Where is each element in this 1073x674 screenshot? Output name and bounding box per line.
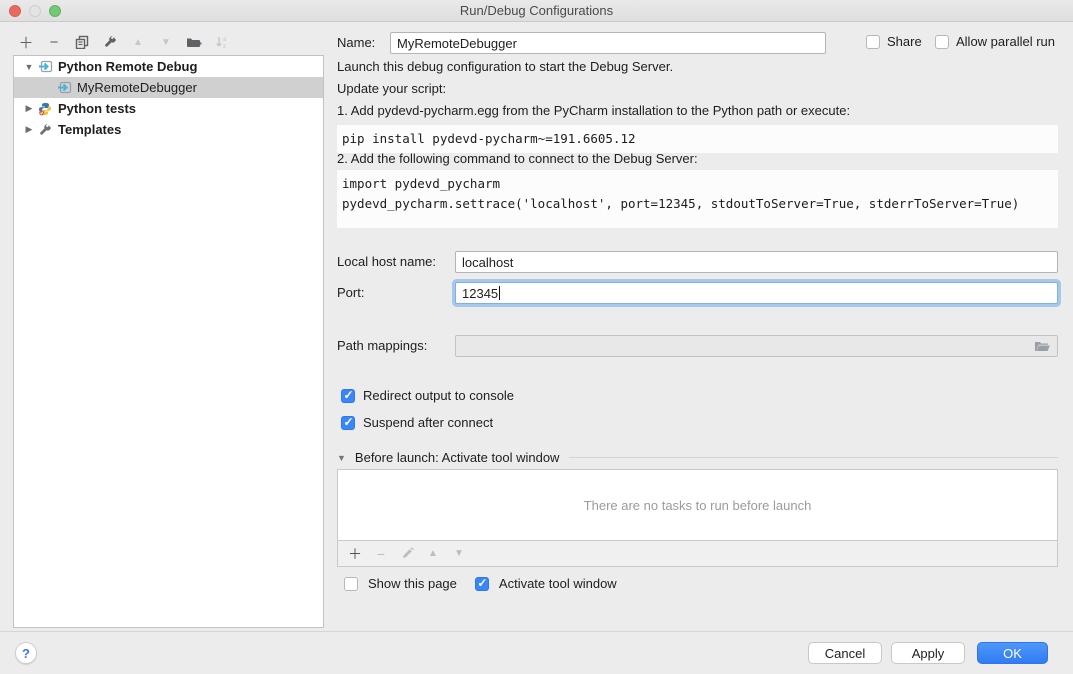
redirect-output-label: Redirect output to console (363, 388, 514, 403)
help-question-icon: ? (22, 646, 30, 661)
activate-tool-window-label: Activate tool window (499, 576, 617, 591)
move-down-button: ▼ (158, 34, 174, 50)
templates-wrench-icon (38, 123, 54, 137)
port-value: 12345 (462, 286, 498, 301)
allow-parallel-checkbox-group[interactable]: Allow parallel run (935, 34, 1055, 49)
wrench-icon (103, 35, 117, 49)
show-this-page-label: Show this page (368, 576, 457, 591)
browse-folder-icon[interactable] (1034, 340, 1051, 353)
configurations-tree: ▼ Python Remote Debug ▼ MyRemoteDebugger (13, 55, 324, 628)
tasks-empty-text: There are no tasks to run before launch (584, 498, 812, 513)
chevron-collapsed-icon[interactable]: ▶ (24, 124, 34, 135)
before-launch-tasks: There are no tasks to run before launch … (337, 469, 1058, 567)
path-mappings-row: Path mappings: (337, 335, 1058, 357)
cancel-button[interactable]: Cancel (808, 642, 882, 664)
instruction-step-2: 2. Add the following command to connect … (337, 151, 698, 166)
share-label: Share (887, 34, 922, 49)
before-launch-header[interactable]: ▼ Before launch: Activate tool window (337, 450, 1058, 465)
suspend-after-connect-row[interactable]: Suspend after connect (341, 415, 493, 430)
add-configuration-button[interactable]: ＋ (18, 34, 34, 50)
move-task-down-button: ▼ (452, 547, 466, 561)
folder-plus-icon (186, 35, 202, 49)
configurations-toolbar: ＋ − ▲ ▼ a z (18, 32, 230, 52)
allow-parallel-run-checkbox[interactable] (935, 35, 949, 49)
apply-button[interactable]: Apply (891, 642, 965, 664)
dialog-footer: ? Cancel Apply OK (0, 631, 1073, 674)
configuration-form: Name: Share Allow parallel run Launch th… (337, 0, 1060, 630)
tree-item-python-remote-debug[interactable]: ▼ Python Remote Debug (14, 56, 323, 77)
suspend-after-connect-label: Suspend after connect (363, 415, 493, 430)
before-launch-title: Before launch: Activate tool window (355, 450, 560, 465)
share-checkbox[interactable] (866, 35, 880, 49)
pip-install-code: pip install pydevd-pycharm~=191.6605.12 (337, 125, 1058, 153)
tree-item-label: Python Remote Debug (58, 59, 197, 74)
chevron-expanded-icon[interactable]: ▼ (24, 62, 34, 72)
port-row: Port: 12345 (337, 282, 1058, 304)
chevron-collapsed-icon[interactable]: ▶ (24, 103, 34, 114)
sort-az-icon: a z (215, 35, 229, 49)
section-divider (569, 457, 1058, 458)
add-task-button[interactable]: ＋ (348, 547, 362, 561)
show-this-page-checkbox[interactable] (344, 577, 358, 591)
tree-item-templates[interactable]: ▶ Templates (14, 119, 323, 140)
instruction-line-1: Launch this debug configuration to start… (337, 59, 673, 74)
redirect-output-row[interactable]: Redirect output to console (341, 388, 514, 403)
pencil-icon (401, 547, 414, 560)
edit-defaults-button[interactable] (102, 34, 118, 50)
run-debug-configurations-dialog: Run/Debug Configurations ＋ − ▲ ▼ (0, 0, 1073, 674)
tasks-toolbar: ＋ − ▲ ▼ (337, 540, 1058, 567)
port-label: Port: (337, 285, 364, 300)
edit-task-button (400, 547, 414, 561)
sort-az-button: a z (214, 34, 230, 50)
page-options-row: Show this page Activate tool window (344, 576, 617, 591)
help-button[interactable]: ? (15, 642, 37, 664)
path-mappings-input[interactable] (455, 335, 1058, 357)
text-caret (499, 286, 500, 300)
copy-icon (75, 35, 89, 49)
remove-configuration-button[interactable]: − (46, 34, 62, 50)
redirect-output-checkbox[interactable] (341, 389, 355, 403)
tree-item-label: MyRemoteDebugger (77, 80, 197, 95)
svg-text:z: z (223, 44, 226, 49)
tasks-empty-area: There are no tasks to run before launch (337, 469, 1058, 540)
move-up-button: ▲ (130, 34, 146, 50)
remote-debug-icon (57, 81, 73, 95)
move-task-up-button: ▲ (426, 547, 440, 561)
instruction-step-1: 1. Add pydevd-pycharm.egg from the PyCha… (337, 103, 850, 118)
new-folder-button[interactable] (186, 34, 202, 50)
share-checkbox-group[interactable]: Share (866, 34, 922, 49)
settrace-code: import pydevd_pycharmpydevd_pycharm.sett… (337, 170, 1058, 228)
python-tests-icon (38, 102, 54, 116)
tree-item-label: Python tests (58, 101, 136, 116)
port-input[interactable]: 12345 (455, 282, 1058, 304)
instruction-line-2: Update your script: (337, 81, 446, 96)
remote-debug-icon (38, 60, 54, 74)
name-input[interactable] (390, 32, 826, 54)
allow-parallel-run-label: Allow parallel run (956, 34, 1055, 49)
ok-button[interactable]: OK (977, 642, 1048, 664)
path-mappings-label: Path mappings: (337, 338, 427, 353)
host-label: Local host name: (337, 254, 436, 269)
tree-item-python-tests[interactable]: ▶ Python tests (14, 98, 323, 119)
tree-item-myremotedebugger[interactable]: ▼ MyRemoteDebugger (14, 77, 323, 98)
local-host-name-input[interactable] (455, 251, 1058, 273)
remove-task-button: − (374, 547, 388, 561)
name-row: Name: Share Allow parallel run (337, 32, 1060, 54)
host-row: Local host name: (337, 251, 1058, 273)
suspend-after-connect-checkbox[interactable] (341, 416, 355, 430)
svg-text:a: a (223, 37, 227, 43)
section-collapse-icon[interactable]: ▼ (337, 453, 346, 463)
name-label: Name: (337, 35, 375, 50)
copy-configuration-button[interactable] (74, 34, 90, 50)
activate-tool-window-checkbox[interactable] (475, 577, 489, 591)
tree-item-label: Templates (58, 122, 121, 137)
